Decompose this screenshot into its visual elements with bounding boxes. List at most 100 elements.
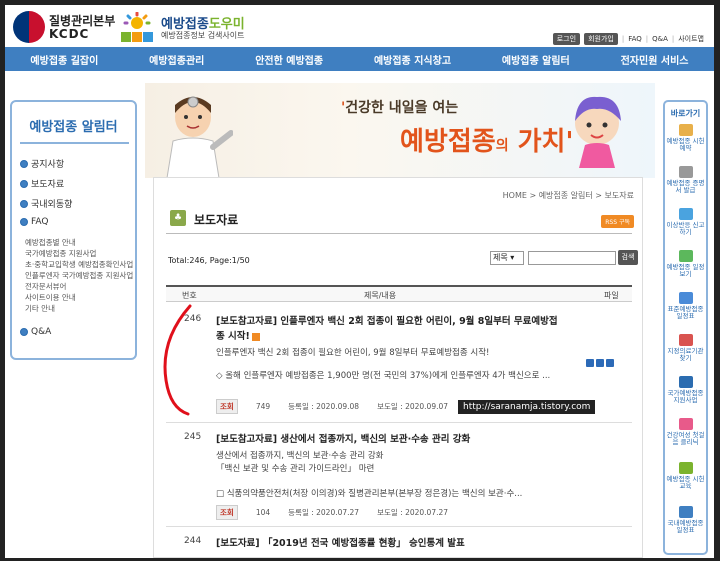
schedule-icon: [678, 250, 693, 262]
main-nav: 예방접종 길잡이 예방접종관리 안전한 예방접종 예방접종 지식창고 예방접종 …: [5, 47, 714, 71]
divider: [166, 233, 632, 234]
bullet-icon: [20, 328, 28, 336]
quick-links-title: 바로가기: [670, 109, 701, 118]
quick-link[interactable]: 국내예방접종 일정표: [666, 506, 705, 534]
nav-item-safety[interactable]: 안전한 예방접종: [255, 52, 323, 67]
signup-button[interactable]: 회원가입: [584, 33, 618, 45]
sidebar-item-notices[interactable]: 공지사항: [20, 157, 64, 170]
divider: [166, 526, 632, 527]
sidebar-item-press[interactable]: 보도자료: [20, 177, 64, 190]
search-button[interactable]: 검색: [618, 250, 638, 265]
sidebar-subitem[interactable]: 사이트이용 안내: [25, 293, 76, 303]
kcdc-subtitle: KCDC: [49, 27, 90, 41]
hits-label: 조회: [216, 399, 238, 414]
clinic-icon: [678, 418, 693, 430]
row-title[interactable]: [보도참고자료] 생산에서 접종까지, 백신의 보관·수송 관리 강화: [216, 432, 564, 447]
row-title[interactable]: [보도참고자료] 인플루엔자 백신 2회 접종이 필요한 어린이, 9월 8일부…: [216, 314, 564, 344]
nav-item-knowledge[interactable]: 예방접종 지식창고: [374, 52, 451, 67]
hits-count: 104: [255, 508, 271, 517]
file-hwp-icon[interactable]: [586, 359, 594, 367]
printer-icon: [678, 166, 693, 178]
nip-logo[interactable]: [117, 12, 157, 44]
monitor-icon: [678, 506, 693, 518]
qa-link[interactable]: Q&A: [652, 35, 668, 43]
column-header-title: 제목/내용: [364, 291, 397, 300]
row-title[interactable]: [보도자료] 「2019년 전국 예방접종률 현황」 승인통계 발표: [216, 536, 564, 551]
nav-item-notice[interactable]: 예방접종 알림터: [502, 52, 570, 67]
page-title-icon: ♣: [170, 210, 186, 226]
quick-link[interactable]: 이상반응 신고하기: [666, 208, 705, 236]
doctor-illustration: [166, 96, 233, 178]
sidebar-subitem[interactable]: 국가예방접종 지원사업: [25, 249, 96, 259]
bullet-icon: [20, 218, 28, 226]
banner-headline: 예방접종의 가치': [400, 127, 574, 157]
table-row: 246 [보도참고자료] 인플루엔자 백신 2회 접종이 필요한 어린이, 9월…: [166, 314, 632, 414]
quick-link[interactable]: 예방접종 시헌교육: [666, 462, 705, 490]
table-icon: [678, 292, 693, 304]
sitemap-link[interactable]: 사이트맵: [678, 34, 704, 44]
file-pdf-icon[interactable]: [606, 359, 614, 367]
quick-link[interactable]: 예방접종 일정보기: [666, 250, 705, 278]
row-number: 244: [184, 536, 202, 546]
new-badge-icon: [251, 332, 260, 341]
total-count: Total:246, Page:1/50: [168, 256, 250, 265]
row-summary: ◇ 올해 인플루엔자 예방접종은 1,900만 명(전 국민의 37%)에게 인…: [216, 371, 551, 381]
kcdc-logo[interactable]: [13, 11, 45, 43]
registered-date: 등록일 : 2020.07.27: [288, 508, 360, 517]
breadcrumb[interactable]: HOME > 예방접종 알림터 > 보도자료: [503, 190, 634, 201]
speaker-icon: [678, 462, 693, 474]
bullet-icon: [20, 159, 28, 168]
separator: |: [671, 35, 675, 43]
separator: |: [645, 35, 649, 43]
calendar-icon: [678, 124, 693, 136]
sidebar-title: 예방접종 알림터: [29, 120, 118, 135]
girl-illustration: [575, 96, 621, 168]
sidebar-item-trends[interactable]: 국내외동향: [20, 197, 72, 210]
hits-label: 조회: [216, 505, 238, 520]
rss-button[interactable]: RSS 구독: [601, 215, 634, 228]
quick-link[interactable]: 표준예방접종 일정표: [666, 292, 705, 320]
site-header: 질병관리본부 KCDC 예방접종도우미 예방접종정보 검색사이트 로그인 회원가…: [5, 5, 714, 47]
faq-link[interactable]: FAQ: [628, 35, 642, 43]
nav-item-guide[interactable]: 예방접종 길잡이: [30, 52, 98, 67]
file-download-icon[interactable]: [596, 359, 604, 367]
support-icon: [678, 376, 693, 388]
row-files: [586, 359, 614, 367]
quick-link[interactable]: 예방접종 증명서 발급: [666, 166, 705, 194]
chevron-down-icon: ▾: [510, 253, 515, 262]
hero-banner: '건강한 내일을 여는 예방접종의 가치': [145, 83, 655, 178]
sidebar-subitem[interactable]: 초·중학교입학생 예방접종확인사업: [25, 260, 133, 270]
bullet-icon: [20, 179, 28, 188]
annotation-circle: [163, 304, 192, 416]
site-subtitle: 예방접종정보 검색사이트: [161, 31, 245, 40]
quick-link[interactable]: 국가예방접종 지원사업: [666, 376, 705, 404]
login-button[interactable]: 로그인: [552, 33, 581, 45]
top-links: 로그인 회원가입 | FAQ | Q&A | 사이트맵: [552, 33, 704, 45]
published-date: 보도일 : 2020.09.07: [377, 402, 449, 411]
column-header-file: 파일: [604, 291, 619, 300]
row-summary: 「백신 보관 및 수송 관리 가이드라인」 마련: [216, 464, 375, 474]
nav-item-management[interactable]: 예방접종관리: [149, 52, 204, 67]
row-meta: 조회 749 등록일 : 2020.09.08 보도일 : 2020.09.07: [216, 399, 448, 414]
quick-link[interactable]: 지정의료기관 찾기: [666, 334, 705, 362]
sidebar-item-qa[interactable]: Q&A: [20, 327, 51, 337]
watermark-url: http://saranamja.tistory.com: [458, 400, 596, 414]
row-summary: □ 식품의약품안전처(처장 이의경)와 질병관리본부(본부장 정은경)는 백신의…: [216, 489, 523, 499]
banner-tagline: '건강한 내일을 여는: [341, 100, 459, 116]
sidebar-subitem[interactable]: 전자문서뷰어: [25, 282, 66, 292]
quick-link[interactable]: 예방접종 시헌예약: [666, 124, 705, 152]
sidebar-item-faq[interactable]: FAQ: [20, 217, 48, 227]
row-summary: 생산에서 접종까지, 백신의 보관·수송 관리 강화: [216, 451, 384, 461]
search-input[interactable]: [528, 251, 616, 265]
sidebar-subitem[interactable]: 기타 안내: [25, 304, 55, 314]
row-meta: 조회 104 등록일 : 2020.07.27 보도일 : 2020.07.27: [216, 505, 448, 520]
left-sidebar: 예방접종 알림터 공지사항 보도자료 국내외동향 FAQ 예방접종별 안내 국가…: [10, 100, 137, 360]
search-field-select[interactable]: 제목 ▾: [490, 251, 524, 265]
nav-item-civil-service[interactable]: 전자민원 서비스: [621, 52, 689, 67]
sidebar-subitem[interactable]: 인플루엔자 국가예방접종 지원사업: [25, 271, 133, 281]
table-row: 245 [보도참고자료] 생산에서 접종까지, 백신의 보관·수송 관리 강화 …: [166, 432, 632, 522]
hits-count: 749: [255, 402, 271, 411]
quick-link[interactable]: 건강여성 첫걸음 클리닉: [666, 418, 705, 446]
divider: [166, 422, 632, 423]
sidebar-subitem[interactable]: 예방접종별 안내: [25, 238, 76, 248]
